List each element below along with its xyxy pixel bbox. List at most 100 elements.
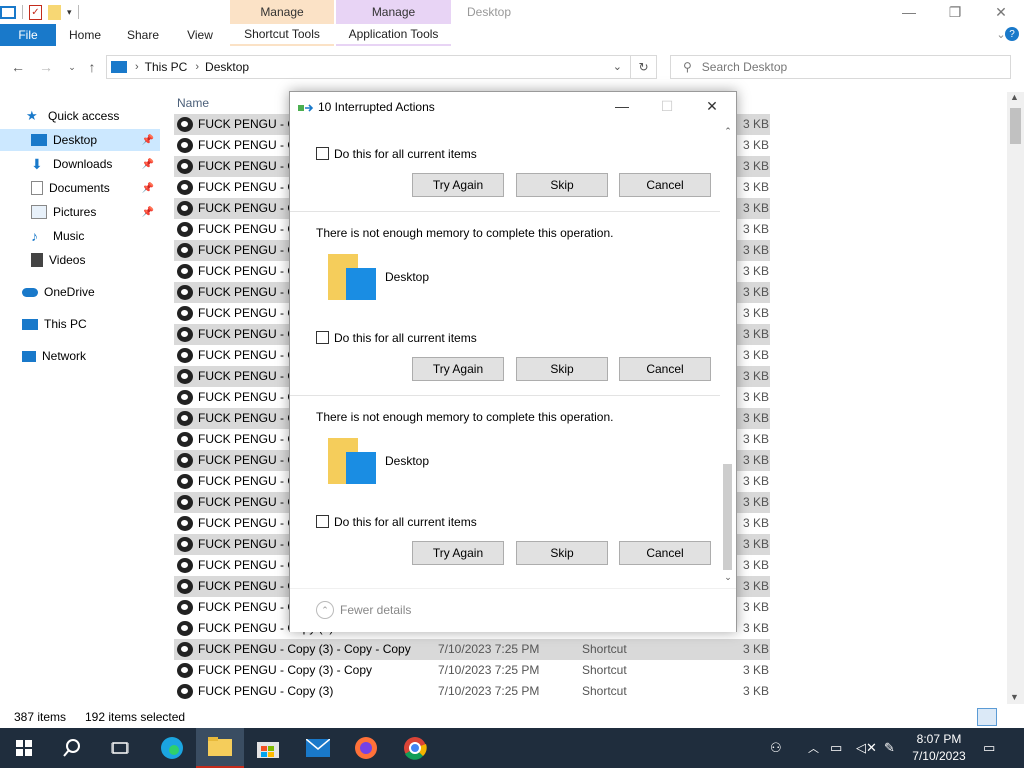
skip-button[interactable]: Skip — [516, 357, 608, 381]
pin-icon[interactable]: 📌 — [142, 159, 154, 170]
pin-icon[interactable]: 📌 — [142, 207, 154, 218]
properties-icon[interactable]: ✓ — [29, 4, 42, 20]
close-button[interactable]: ✕ — [978, 0, 1024, 24]
file-size: 3 KB — [743, 537, 770, 551]
nav-this-pc[interactable]: This PC — [0, 313, 160, 335]
try-again-button[interactable]: Try Again — [412, 357, 504, 381]
file-name: FUCK PENGU - C — [198, 222, 297, 236]
dialog-scrollbar[interactable]: ⌃ ⌄ — [720, 122, 736, 588]
table-row[interactable]: FUCK PENGU - Copy (3) 7/10/2023 7:25 PM … — [174, 681, 770, 702]
customize-toolbar-icon[interactable]: ▾ — [67, 7, 72, 18]
nav-quick-access[interactable]: ★ Quick access — [0, 105, 160, 127]
tab-home[interactable]: Home — [62, 24, 108, 46]
search-box[interactable]: ⚲ Search Desktop — [670, 55, 1011, 79]
file-size: 3 KB — [743, 327, 770, 341]
help-icon[interactable]: ? — [1000, 23, 1024, 45]
search-input[interactable]: Search Desktop — [702, 60, 787, 74]
large-icons-view-icon[interactable] — [1001, 708, 1019, 726]
system-clock[interactable]: 8:07 PM 7/10/2023 — [906, 731, 972, 765]
file-name: FUCK PENGU - C — [198, 579, 297, 593]
dialog-close-button[interactable]: ✕ — [690, 92, 734, 120]
nav-onedrive[interactable]: OneDrive — [0, 281, 160, 303]
scroll-down-icon[interactable]: ▼ — [1010, 692, 1019, 702]
volume-muted-icon[interactable]: ◁✕ — [856, 740, 877, 756]
scroll-up-icon[interactable]: ▲ — [1010, 92, 1019, 102]
nav-videos[interactable]: Videos — [0, 249, 160, 271]
nav-network[interactable]: Network — [0, 345, 160, 367]
tab-application-tools[interactable]: Application Tools — [336, 24, 451, 46]
nav-pictures[interactable]: Pictures 📌 — [0, 201, 160, 223]
new-folder-icon[interactable] — [48, 4, 61, 20]
try-again-button[interactable]: Try Again — [412, 173, 504, 197]
scroll-up-icon[interactable]: ⌃ — [720, 126, 736, 140]
explorer-icon[interactable] — [0, 5, 16, 19]
scrollbar-thumb[interactable] — [723, 464, 732, 570]
chrome-button[interactable] — [391, 728, 439, 768]
table-row[interactable]: FUCK PENGU - Copy (3) - Copy - Copy 7/10… — [174, 639, 770, 660]
store-button[interactable] — [244, 728, 292, 768]
scroll-down-icon[interactable]: ⌄ — [720, 572, 736, 586]
apply-all-checkbox[interactable] — [316, 515, 329, 528]
file-name: FUCK PENGU - Copy (3) - Copy — [198, 663, 373, 677]
tab-file[interactable]: File — [0, 24, 56, 46]
mail-button[interactable] — [294, 728, 342, 768]
file-size: 3 KB — [743, 579, 770, 593]
refresh-button[interactable]: ↻ — [631, 55, 657, 79]
nav-desktop[interactable]: Desktop 📌 — [0, 129, 160, 151]
minimize-button[interactable]: — — [886, 0, 932, 24]
start-button[interactable] — [0, 728, 48, 768]
skip-button[interactable]: Skip — [516, 173, 608, 197]
file-list-scrollbar[interactable]: ▲ ▼ — [1007, 92, 1024, 704]
file-explorer-button[interactable] — [196, 728, 244, 768]
tab-share[interactable]: Share — [120, 24, 166, 46]
people-icon[interactable]: ⚇ — [770, 740, 782, 756]
show-hidden-icons-icon[interactable]: ︿ — [808, 740, 819, 756]
breadcrumb-chevron-icon[interactable]: › — [195, 61, 199, 73]
notifications-icon[interactable]: ▭ — [983, 740, 995, 756]
edge-button[interactable] — [148, 728, 196, 768]
dialog-minimize-button[interactable]: — — [600, 92, 644, 120]
column-header-name[interactable]: Name — [177, 96, 209, 110]
table-row[interactable]: FUCK PENGU - Copy (3) - Copy 7/10/2023 7… — [174, 660, 770, 681]
details-view-icon[interactable] — [977, 708, 997, 726]
task-view-button[interactable] — [96, 728, 144, 768]
pin-icon[interactable]: 📌 — [142, 135, 154, 146]
nav-documents[interactable]: Documents 📌 — [0, 177, 160, 199]
nav-downloads[interactable]: ⬇ Downloads 📌 — [0, 153, 160, 175]
skip-button[interactable]: Skip — [516, 541, 608, 565]
forward-arrow-icon[interactable]: → — [36, 56, 56, 78]
task-view-icon — [111, 742, 129, 754]
address-dropdown-icon[interactable]: ⌄ — [613, 60, 622, 73]
breadcrumb-desktop[interactable]: Desktop — [205, 60, 249, 74]
dialog-maximize-button[interactable]: ☐ — [645, 92, 689, 120]
firefox-button[interactable] — [342, 728, 390, 768]
shortcut-icon — [177, 684, 193, 699]
apply-all-checkbox[interactable] — [316, 147, 329, 160]
network-status-icon[interactable]: ▭ — [830, 740, 842, 756]
windows-logo-icon — [16, 740, 32, 756]
try-again-button[interactable]: Try Again — [412, 541, 504, 565]
store-icon — [257, 742, 279, 758]
fewer-details-toggle[interactable]: ⌃ Fewer details — [316, 601, 411, 619]
cancel-button[interactable]: Cancel — [619, 173, 711, 197]
maximize-button[interactable]: ❐ — [932, 0, 978, 24]
status-bar: 387 items 192 items selected — [0, 706, 1024, 728]
cancel-button[interactable]: Cancel — [619, 357, 711, 381]
scrollbar-thumb[interactable] — [1010, 108, 1021, 144]
tab-view[interactable]: View — [178, 24, 222, 46]
pen-workspace-icon[interactable]: ✎ — [884, 740, 895, 756]
breadcrumb-chevron-icon[interactable]: › — [135, 61, 139, 73]
recent-locations-icon[interactable]: ⌄ — [62, 56, 82, 78]
back-arrow-icon[interactable]: ← — [8, 56, 28, 78]
up-arrow-icon[interactable]: ↑ — [82, 56, 102, 78]
nav-label: Downloads — [53, 157, 113, 171]
breadcrumb-this-pc[interactable]: This PC — [145, 60, 188, 74]
apply-all-checkbox[interactable] — [316, 331, 329, 344]
pin-icon[interactable]: 📌 — [142, 183, 154, 194]
tab-shortcut-tools[interactable]: Shortcut Tools — [230, 24, 334, 46]
search-taskbar-button[interactable] — [48, 728, 96, 768]
address-bar[interactable]: › This PC › Desktop ⌄ — [106, 55, 631, 79]
cancel-button[interactable]: Cancel — [619, 541, 711, 565]
nav-music[interactable]: ♪ Music — [0, 225, 160, 247]
file-size: 3 KB — [743, 138, 770, 152]
